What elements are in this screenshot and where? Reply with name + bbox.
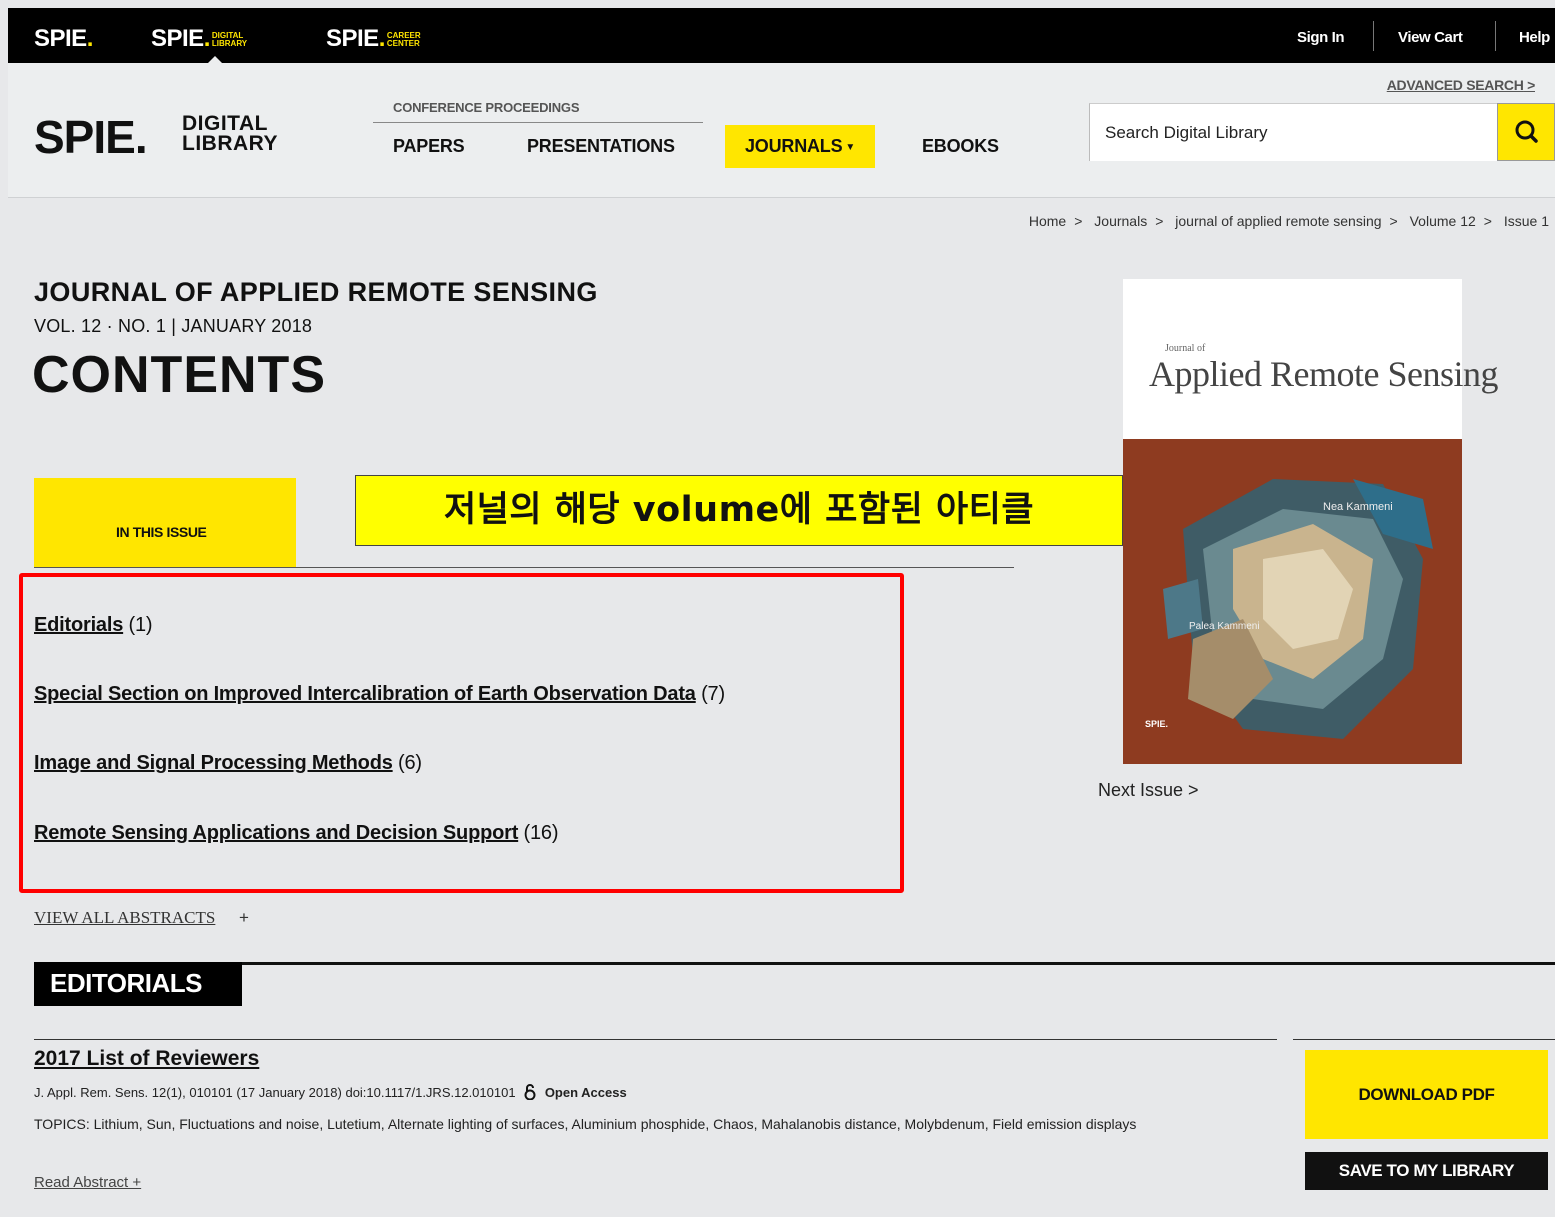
breadcrumb: Home > Journals > journal of applied remot… [1028, 213, 1549, 229]
search-input[interactable]: Search Digital Library [1089, 103, 1499, 161]
section-count: (16) [523, 822, 559, 844]
nav-papers[interactable]: PAPERS [393, 136, 465, 157]
divider [34, 567, 1014, 568]
divider [34, 962, 1555, 965]
cover-satellite-image: Nea Kammeni Palea Kammeni SPIE. [1123, 439, 1462, 764]
cover-title: Applied Remote Sensing [1149, 354, 1498, 394]
view-cart-link[interactable]: View Cart [1398, 29, 1463, 46]
conference-proceedings-label: CONFERENCE PROCEEDINGS [393, 100, 580, 115]
save-to-library-button[interactable]: SAVE TO MY LIBRARY [1305, 1152, 1548, 1190]
section-link-editorials[interactable]: Editorials [34, 614, 123, 636]
read-abstract-link[interactable]: Read Abstract + [34, 1174, 141, 1191]
nav-ebooks[interactable]: EBOOKS [922, 136, 999, 157]
view-all-abstracts-link[interactable]: VIEW ALL ABSTRACTS [34, 908, 215, 928]
section-item: Image and Signal Processing Methods (6) [34, 752, 422, 775]
page-title: CONTENTS [32, 346, 326, 404]
breadcrumb-journal[interactable]: journal of applied remote sensing [1175, 213, 1381, 229]
divider [1495, 21, 1496, 51]
search-button[interactable] [1497, 103, 1555, 161]
caret-down-icon: ▼ [845, 141, 856, 153]
site-header: SPIE. DIGITAL LIBRARY CONFERENCE PROCEEDI… [8, 63, 1555, 198]
journal-title: JOURNAL OF APPLIED REMOTE SENSING [34, 277, 598, 307]
cover-publisher: SPIE. [1145, 719, 1169, 729]
advanced-search-link[interactable]: ADVANCED SEARCH > [1387, 77, 1536, 93]
divider [1373, 21, 1374, 51]
active-brand-caret-icon [208, 56, 222, 63]
article-citation: J. Appl. Rem. Sens. 12(1), 010101 (17 Ja… [34, 1084, 627, 1101]
open-access-badge: Open Access [544, 1085, 627, 1100]
breadcrumb-volume[interactable]: Volume 12 [1410, 213, 1476, 229]
section-count: (1) [128, 614, 153, 636]
open-access-lock-icon [524, 1084, 536, 1101]
divider [1293, 1039, 1555, 1040]
nav-presentations[interactable]: PRESENTATIONS [527, 136, 675, 157]
spie-digital-library-logo[interactable]: SPIE. DIGITAL LIBRARY [34, 110, 278, 164]
divider [34, 1039, 1277, 1040]
section-heading-editorials: EDITORIALS [34, 962, 242, 1006]
help-link[interactable]: Help [1519, 29, 1550, 46]
divider [373, 122, 703, 123]
journal-cover-image[interactable]: Journal of Applied Remote Sensing Nea Ka… [1123, 279, 1498, 764]
spie-digital-library-link[interactable]: SPIE. DIGITAL LIBRARY [151, 25, 247, 53]
nav-journals[interactable]: JOURNALS ▼ [725, 125, 876, 168]
section-item: Special Section on Improved Intercalibra… [34, 683, 725, 706]
logo-subtitle: DIGITAL LIBRARY [182, 112, 279, 155]
sign-in-link[interactable]: Sign In [1297, 29, 1345, 46]
section-link-image-signal[interactable]: Image and Signal Processing Methods [34, 752, 393, 774]
breadcrumb-issue: Issue 1 [1503, 213, 1549, 229]
section-link-special-section[interactable]: Special Section on Improved Intercalibra… [34, 683, 696, 705]
annotation-callout: 저널의 해당 volume에 포함된 아티클 [355, 475, 1123, 546]
brand-sub-digital-library: DIGITAL LIBRARY [211, 30, 248, 48]
top-bar: SPIE. SPIE. DIGITAL LIBRARY SPIE. CAREER CEN… [8, 8, 1555, 63]
article-topics: TOPICS: Lithium, Sun, Fluctuations and n… [34, 1116, 1137, 1132]
section-item: Editorials (1) [34, 614, 153, 637]
next-issue-link[interactable]: Next Issue > [1098, 780, 1199, 801]
breadcrumb-home[interactable]: Home [1029, 213, 1066, 229]
volume-line: VOL. 12 · NO. 1 | JANUARY 2018 [34, 316, 313, 336]
spie-career-center-link[interactable]: SPIE. CAREER CENTER [326, 25, 421, 53]
section-count: (7) [701, 683, 725, 705]
cover-label: Palea Kammeni [1189, 621, 1260, 632]
section-count: (6) [398, 752, 422, 774]
breadcrumb-journals[interactable]: Journals [1094, 213, 1147, 229]
article-title-link[interactable]: 2017 List of Reviewers [34, 1047, 259, 1071]
in-this-issue-tab[interactable]: IN THIS ISSUE [34, 478, 296, 568]
search-icon [1515, 120, 1538, 143]
section-item: Remote Sensing Applications and Decision… [34, 822, 559, 845]
brand-sub-career-center: CAREER CENTER [386, 30, 421, 48]
section-link-remote-sensing-apps[interactable]: Remote Sensing Applications and Decision… [34, 822, 518, 844]
plus-icon[interactable]: + [239, 908, 249, 928]
spie-home-link[interactable]: SPIE. [34, 25, 93, 53]
download-pdf-button[interactable]: DOWNLOAD PDF [1305, 1050, 1548, 1139]
cover-label: Nea Kammeni [1323, 501, 1393, 513]
